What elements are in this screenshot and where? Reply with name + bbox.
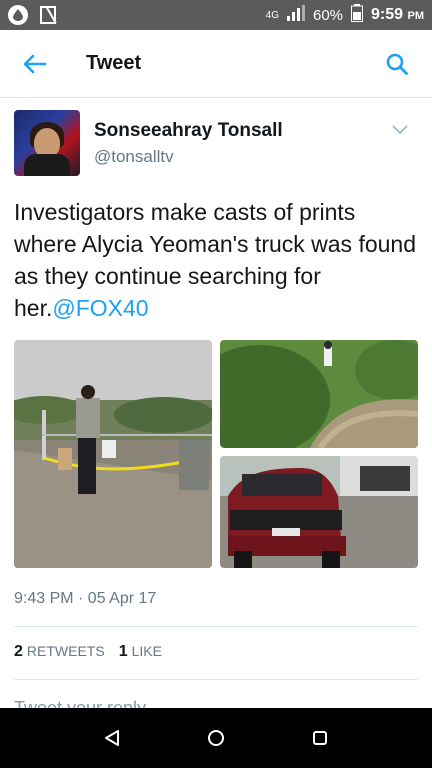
nav-home-button[interactable] — [201, 723, 231, 753]
circle-home-icon — [208, 730, 224, 746]
divider — [14, 679, 418, 680]
media-grid — [14, 340, 418, 568]
chevron-down-icon — [392, 125, 408, 135]
drop-icon — [8, 5, 28, 25]
photo-3[interactable] — [220, 456, 418, 568]
nav-back-button[interactable] — [97, 723, 127, 753]
arrow-left-icon — [23, 54, 47, 73]
divider — [14, 626, 418, 627]
nav-recents-button[interactable] — [305, 723, 335, 753]
tweet-text: Investigators make casts of prints where… — [14, 196, 418, 324]
avatar[interactable] — [14, 110, 80, 176]
photo-2[interactable] — [220, 340, 418, 448]
tweet-stats: 2 RETWEETS 1 LIKE — [14, 643, 418, 661]
battery-percent: 60% — [312, 6, 344, 24]
mention-link[interactable]: @FOX40 — [52, 295, 148, 321]
back-button[interactable] — [20, 49, 50, 79]
no-sim-icon — [40, 6, 56, 24]
search-button[interactable] — [382, 49, 412, 79]
triangle-back-icon — [105, 730, 119, 746]
author-row: Sonseeahray Tonsall @tonsalltv — [14, 110, 418, 176]
tweet-timestamp: 9:43 PM · 05 Apr 17 — [14, 590, 157, 607]
page-title: Tweet — [86, 52, 142, 74]
tweet: Sonseeahray Tonsall @tonsalltv Investiga… — [14, 110, 418, 730]
network-icon: 4G — [265, 9, 279, 21]
author-handle: @tonsalltv — [94, 147, 174, 166]
photo-1[interactable] — [14, 340, 212, 568]
author-name: Sonseeahray Tonsall — [94, 120, 283, 141]
signal-icon — [286, 5, 305, 25]
retweets-stat[interactable]: 2 RETWEETS — [14, 643, 105, 661]
system-nav-bar — [0, 708, 432, 768]
tweet-options-button[interactable] — [392, 122, 408, 176]
search-icon — [386, 53, 408, 75]
battery-icon — [351, 4, 364, 26]
status-bar: 4G 60% 9:59 PM — [0, 0, 432, 30]
app-bar: Tweet — [0, 30, 432, 98]
square-recents-icon — [313, 731, 327, 745]
clock: 9:59 PM — [371, 6, 424, 23]
likes-stat[interactable]: 1 LIKE — [119, 643, 162, 661]
author-info[interactable]: Sonseeahray Tonsall @tonsalltv — [94, 120, 283, 176]
